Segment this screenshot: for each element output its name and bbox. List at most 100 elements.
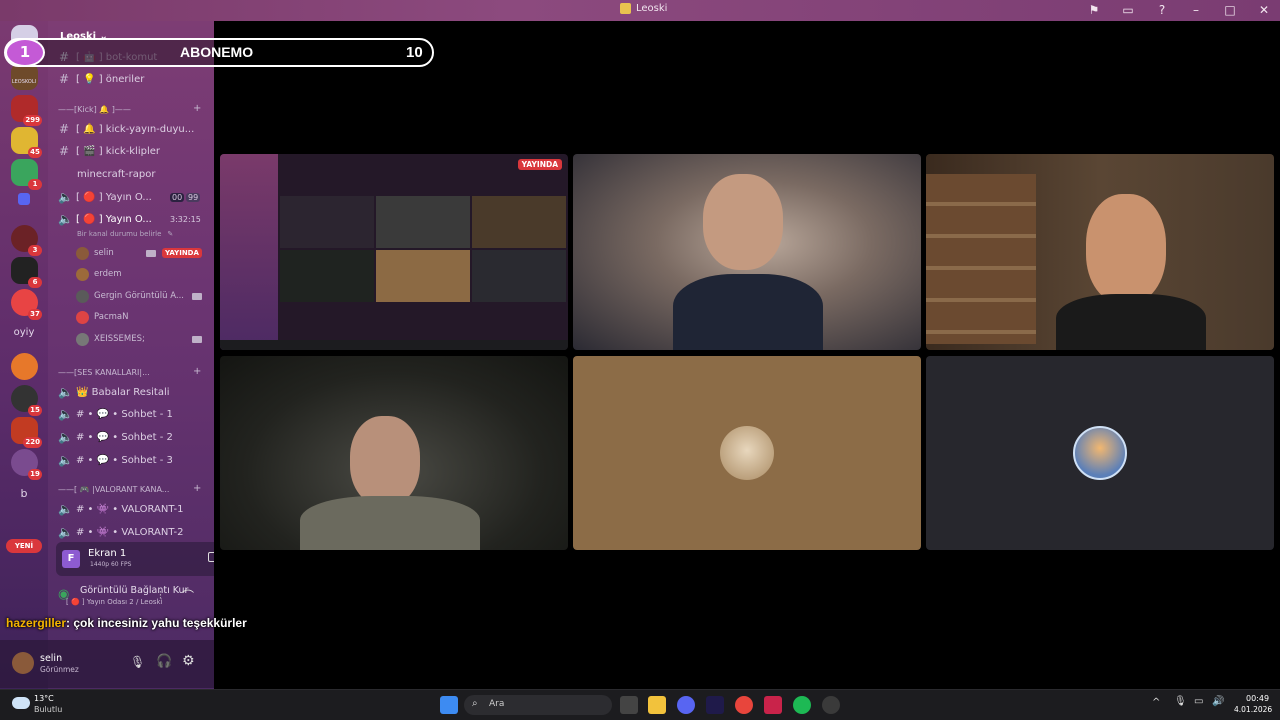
add-channel-icon[interactable]: + [193,366,201,377]
speaker-icon: 🔈 [58,385,73,399]
volume-icon[interactable]: 🔊 [1212,696,1224,707]
stream-preview-tile [376,196,470,248]
weather-desc: Bulutlu [34,705,63,714]
taskbar-search[interactable]: ⌕ Ara [464,695,612,715]
inbox-icon[interactable]: ⚑ [1086,3,1102,17]
microphone-icon[interactable]: 🎙 [130,655,145,669]
video-tile-avatar[interactable] [573,356,921,550]
clock-date[interactable]: 4.01.2026 [1234,705,1272,714]
app-icon[interactable] [764,696,782,714]
speaker-icon: 🔈 [58,190,73,204]
server-icon[interactable]: 15 [11,385,42,416]
voice-channel-sohbet-3[interactable]: 🔈 # • 💬 • Sohbet - 3 [58,451,173,469]
screen-icon[interactable]: ▭ [1120,3,1136,17]
server-icon[interactable] [11,353,38,380]
channel-minecraft[interactable]: minecraft-rapor [58,165,155,183]
category-valorant[interactable]: ——[ 🎮 |VALORANT KANA... + [58,483,201,494]
clock-time[interactable]: 00:49 [1246,694,1269,703]
title-bar: Leoski ⚑ ▭ ? – □ ✕ [0,0,1280,21]
server-icon[interactable]: 19 [11,449,42,480]
stream-title: Ekran 1 [88,548,127,559]
close-button[interactable]: ✕ [1256,3,1272,17]
user-name[interactable]: selin [40,653,62,664]
stop-stream-icon[interactable] [208,552,214,562]
stream-preview-tile [376,250,470,302]
add-channel-icon[interactable]: + [193,483,201,494]
goal-count: 10 [406,44,423,61]
stream-preview-sidebar [220,154,278,350]
voice-user[interactable]: erdem [76,265,121,283]
minimize-button[interactable]: – [1188,3,1204,17]
premiere-icon[interactable] [706,696,724,714]
voice-status[interactable]: Görüntülü Bağlantı Kur [80,585,188,596]
avatar [76,310,89,324]
channel-status-hint[interactable]: Bir kanal durumu belirle ✎ [77,225,173,243]
video-tile[interactable] [220,356,568,550]
server-icon[interactable]: 3 [11,225,42,256]
server-icon[interactable]: 1 [11,159,42,190]
channel-oneriler[interactable]: #[ 💡 ] öneriler [58,70,144,88]
server-icon[interactable]: 6 [11,257,42,288]
folder-icon[interactable] [18,193,30,205]
noise-suppression-icon[interactable]: ⫶ [159,589,162,603]
live-badge: YAYINDA [517,159,562,170]
user-panel: selin Görünmez 🎙 🎧 ⚙ [0,640,214,688]
server-icon-leoskoli[interactable] [11,63,38,90]
file-explorer-icon[interactable] [648,696,666,714]
camera-icon [192,293,202,300]
goal-label: ABONEMO [180,44,254,60]
app-icon[interactable] [822,696,840,714]
voice-user[interactable]: PacmaN [76,308,128,326]
voice-user[interactable]: Gergin Görüntülü A... [76,287,202,305]
server-b[interactable]: b [0,487,48,500]
video-tile-avatar[interactable] [926,356,1274,550]
chrome-icon[interactable] [735,696,753,714]
weather-icon[interactable] [12,697,30,709]
server-icon[interactable]: 45 [11,127,42,158]
window-title: Leoski [620,3,667,14]
category-ses[interactable]: ——[SES KANALLARI|... + [58,366,201,377]
video-tile[interactable] [926,154,1274,350]
mic-tray-icon[interactable]: 🎙 [1174,696,1187,707]
network-icon[interactable]: ▭ [1194,696,1203,707]
discord-icon[interactable] [677,696,695,714]
channel-kick-yayin[interactable]: #[ 🔔 ] kick-yayın-duyu... [58,120,194,138]
task-view-icon[interactable] [620,696,638,714]
settings-gear-icon[interactable]: ⚙ [182,653,195,669]
voice-channel-yayin-1[interactable]: 🔈[ 🔴 ] Yayın O... 00 99 [58,188,201,206]
weather-temp[interactable]: 13°C [34,694,54,703]
video-tile[interactable] [573,154,921,350]
category-kick[interactable]: ——[Kick] 🔔 ]—— + [58,103,201,114]
server-icon[interactable]: 220 [11,417,42,448]
stream-tile[interactable]: YAYINDA [220,154,568,350]
new-badge[interactable]: YENİ [6,539,42,553]
taskbar: 13°C Bulutlu ⌕ Ara ^ 🎙 ▭ 🔊 00:49 4.01.20… [0,689,1280,720]
avatar [76,267,89,281]
speaker-icon: 🔈 [58,407,73,421]
voice-user[interactable]: XEISSEMES; [76,330,202,348]
avatar [76,332,89,346]
stream-preview-tile [280,250,374,302]
user-avatar[interactable] [12,652,34,674]
voice-channel-sohbet-1[interactable]: 🔈 # • 💬 • Sohbet - 1 [58,405,173,423]
windows-start-icon[interactable] [440,696,458,714]
spotify-icon[interactable] [793,696,811,714]
disconnect-icon[interactable]: ⌒ [182,587,194,604]
server-icon[interactable]: 299 [11,95,42,126]
maximize-button[interactable]: □ [1222,3,1238,17]
add-channel-icon[interactable]: + [193,103,201,114]
voice-channel-sohbet-2[interactable]: 🔈 # • 💬 • Sohbet - 2 [58,428,173,446]
voice-channel-path[interactable]: [ 🔴 ] Yayın Odası 2 / Leoski [66,598,163,606]
voice-channel-valorant-1[interactable]: 🔈 # • 👾 • VALORANT-1 [58,500,184,518]
help-icon[interactable]: ? [1154,3,1170,17]
channel-kick-klipler[interactable]: #[ 🎬 ] kick-klipler [58,142,160,160]
speaker-icon: 🔈 [58,212,73,226]
stream-preview-tile [472,196,566,248]
server-icon[interactable]: 37 [11,289,42,320]
voice-channel-babalar[interactable]: 🔈 👑 Babalar Resitali [58,383,170,401]
voice-channel-valorant-2[interactable]: 🔈 # • 👾 • VALORANT-2 [58,523,184,541]
server-oyiy[interactable]: oyiy [0,327,48,338]
tray-chevron-icon[interactable]: ^ [1152,697,1160,708]
voice-user[interactable]: selin YAYINDA [76,244,202,262]
headphones-icon[interactable]: 🎧 [156,654,172,669]
